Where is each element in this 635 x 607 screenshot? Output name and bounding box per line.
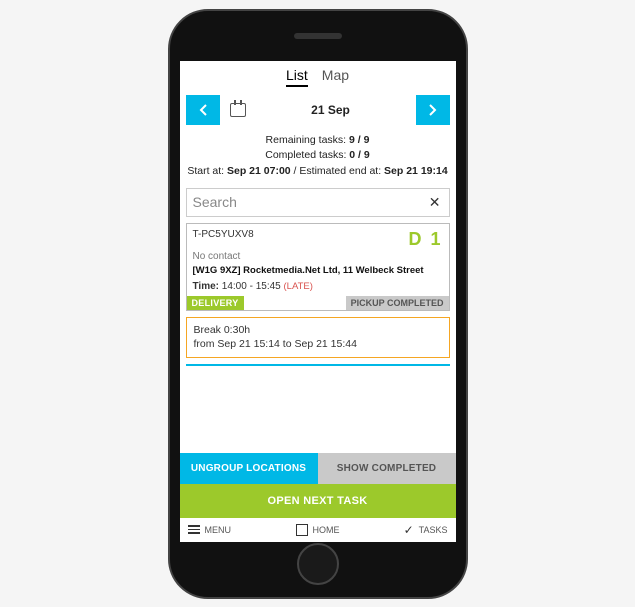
phone-frame: List Map 21 Sep Remaining tasks: 9 / 9 C… [168,9,468,599]
nav-menu[interactable]: MENU [188,525,275,535]
task-status-badges: DELIVERY PICKUP COMPLETED [187,296,449,310]
break-card: Break 0:30h from Sep 21 15:14 to Sep 21 … [186,317,450,358]
calendar-icon[interactable] [230,103,246,117]
check-icon: ✓ [404,523,414,537]
open-next-task-button[interactable]: OPEN NEXT TASK [180,484,456,518]
current-date: 21 Sep [254,103,408,117]
remaining-label: Remaining tasks: [266,134,347,146]
late-tag: (LATE) [284,281,313,292]
delivery-badge: DELIVERY [187,296,244,310]
date-bar: 21 Sep [180,91,456,131]
search-input[interactable] [193,194,427,210]
next-day-button[interactable] [416,95,450,125]
task-list[interactable]: T-PC5YUXV8 D 1 No contact [W1G 9XZ] Rock… [180,223,456,453]
bottom-nav: MENU HOME ✓ TASKS [180,518,456,542]
break-range: from Sep 21 15:14 to Sep 21 15:44 [194,337,442,352]
break-duration: Break 0:30h [194,323,442,338]
task-time: Time: 14:00 - 15:45 (LATE) [193,281,443,292]
tab-list[interactable]: List [286,67,308,87]
completed-label: Completed tasks: [265,149,346,161]
pickup-completed-badge: PICKUP COMPLETED [346,296,449,310]
completed-value: 0 / 9 [349,149,369,161]
top-tabs: List Map [180,61,456,91]
task-code: T-PC5YUXV8 [193,229,254,240]
app-screen: List Map 21 Sep Remaining tasks: 9 / 9 C… [180,61,456,542]
action-row: UNGROUP LOCATIONS SHOW COMPLETED [180,453,456,484]
end-value: Sep 21 19:14 [384,165,448,177]
task-summary: Remaining tasks: 9 / 9 Completed tasks: … [180,131,456,186]
search-box[interactable]: ✕ [186,188,450,217]
start-value: Sep 21 07:00 [227,165,291,177]
time-label: Time: [193,281,220,292]
nav-home[interactable]: HOME [274,524,361,536]
task-badge: D 1 [408,229,442,250]
task-address: [W1G 9XZ] Rocketmedia.Net Ltd, 11 Welbec… [193,265,443,276]
ungroup-locations-button[interactable]: UNGROUP LOCATIONS [180,453,318,484]
clear-search-button[interactable]: ✕ [427,194,443,211]
chevron-right-icon [429,104,437,116]
time-value: 14:00 - 15:45 [222,281,281,292]
chevron-left-icon [199,104,207,116]
tab-map[interactable]: Map [322,67,349,87]
nav-tasks[interactable]: ✓ TASKS [361,523,448,537]
show-completed-button[interactable]: SHOW COMPLETED [318,453,456,484]
nav-menu-label: MENU [205,525,232,535]
nav-home-label: HOME [313,525,340,535]
next-card-peek [186,364,450,368]
task-card[interactable]: T-PC5YUXV8 D 1 No contact [W1G 9XZ] Rock… [186,223,450,311]
end-label: Estimated end at: [299,165,381,177]
prev-day-button[interactable] [186,95,220,125]
home-icon [296,524,308,536]
nav-tasks-label: TASKS [419,525,448,535]
task-contact: No contact [193,251,443,262]
menu-icon [188,525,200,534]
start-label: Start at: [187,165,224,177]
remaining-value: 9 / 9 [349,134,369,146]
